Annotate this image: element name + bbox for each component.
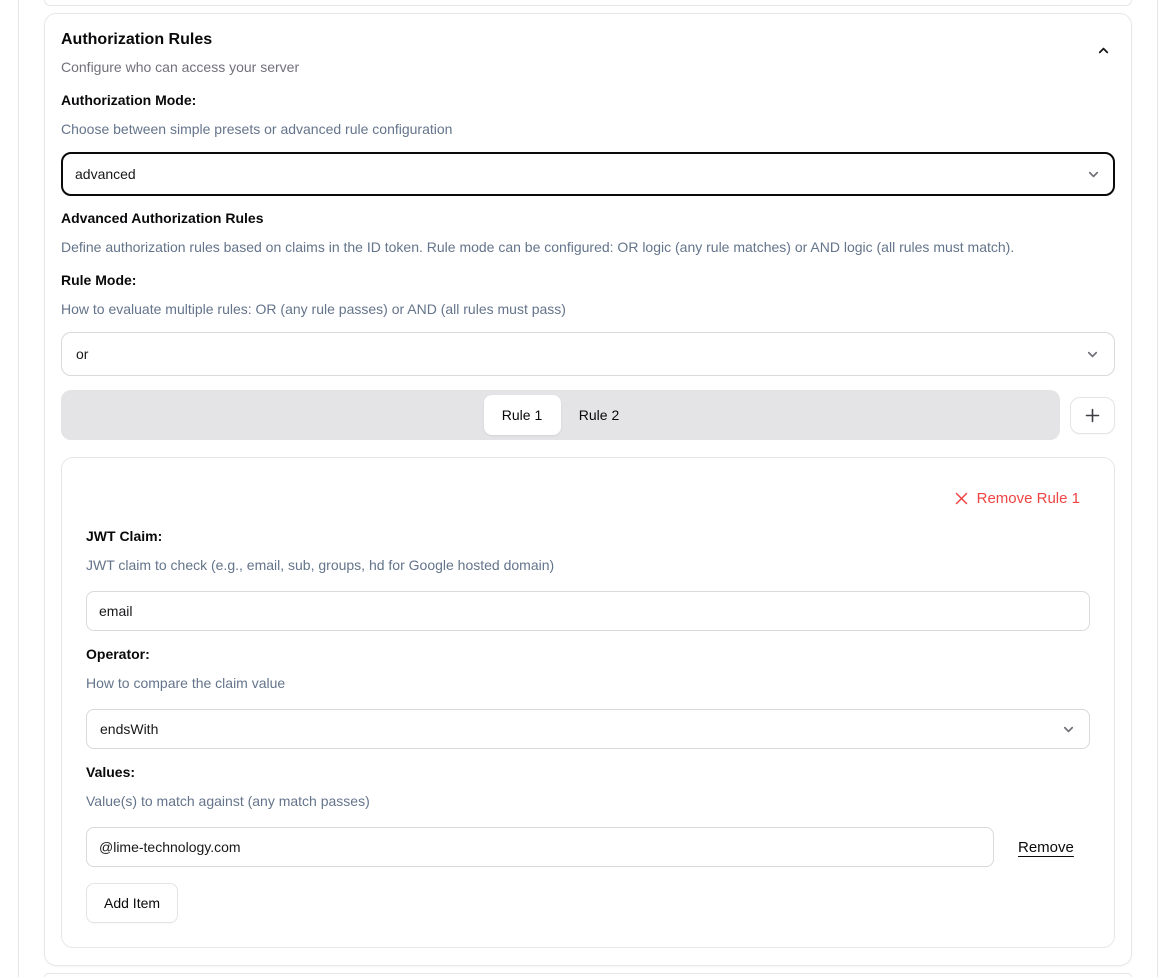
plus-icon	[1085, 408, 1100, 423]
operator-label: Operator:	[86, 644, 1090, 664]
chevron-down-icon	[1086, 167, 1101, 182]
card-header: Authorization Rules Configure who can ac…	[61, 30, 1115, 77]
remove-rule-button[interactable]: Remove Rule 1	[955, 490, 1080, 507]
values-description: Value(s) to match against (any match pas…	[86, 791, 1090, 811]
add-item-button[interactable]: Add Item	[86, 883, 178, 923]
authorization-rules-card: Authorization Rules Configure who can ac…	[44, 13, 1132, 966]
rule-mode-select[interactable]: or	[61, 332, 1115, 376]
selected-value: or	[76, 346, 88, 362]
jwt-claim-description: JWT claim to check (e.g., email, sub, gr…	[86, 555, 1090, 575]
jwt-claim-label: JWT Claim:	[86, 526, 1090, 546]
next-card-edge	[44, 973, 1132, 977]
jwt-claim-input[interactable]	[86, 591, 1090, 631]
close-icon	[955, 492, 968, 505]
previous-card-edge	[44, 0, 1132, 6]
rule-mode-label: Rule Mode:	[61, 270, 1115, 290]
rule-tabs-row: Rule 1 Rule 2	[61, 390, 1115, 440]
authorization-mode-description: Choose between simple presets or advance…	[61, 119, 1115, 139]
page-title: Authorization Rules	[61, 30, 299, 50]
collapse-section-button[interactable]	[1096, 43, 1111, 58]
chevron-down-icon	[1061, 722, 1076, 737]
settings-panel: Authorization Rules Configure who can ac…	[18, 0, 1158, 977]
operator-description: How to compare the claim value	[86, 673, 1090, 693]
value-item-row: Remove	[86, 827, 1090, 867]
advanced-rules-description: Define authorization rules based on clai…	[61, 237, 1115, 257]
tab-rule-2[interactable]: Rule 2	[561, 395, 638, 435]
value-input[interactable]	[86, 827, 994, 867]
page-subtitle: Configure who can access your server	[61, 57, 299, 77]
authorization-mode-label: Authorization Mode:	[61, 90, 1115, 110]
operator-select[interactable]: endsWith	[86, 709, 1090, 749]
rule-tabs-list: Rule 1 Rule 2	[61, 390, 1060, 440]
remove-value-button[interactable]: Remove	[1018, 839, 1074, 856]
advanced-rules-heading: Advanced Authorization Rules	[61, 208, 1115, 228]
values-label: Values:	[86, 762, 1090, 782]
rule-1-editor-card: Remove Rule 1 JWT Claim: JWT claim to ch…	[61, 457, 1115, 948]
selected-value: advanced	[75, 166, 136, 182]
selected-value: endsWith	[100, 721, 158, 737]
chevron-up-icon	[1096, 43, 1111, 58]
rule-mode-description: How to evaluate multiple rules: OR (any …	[61, 299, 1115, 319]
authorization-mode-select[interactable]: advanced	[61, 152, 1115, 196]
remove-rule-label: Remove Rule 1	[977, 490, 1080, 507]
add-rule-button[interactable]	[1070, 397, 1115, 434]
chevron-down-icon	[1085, 347, 1100, 362]
tab-rule-1[interactable]: Rule 1	[484, 395, 561, 435]
